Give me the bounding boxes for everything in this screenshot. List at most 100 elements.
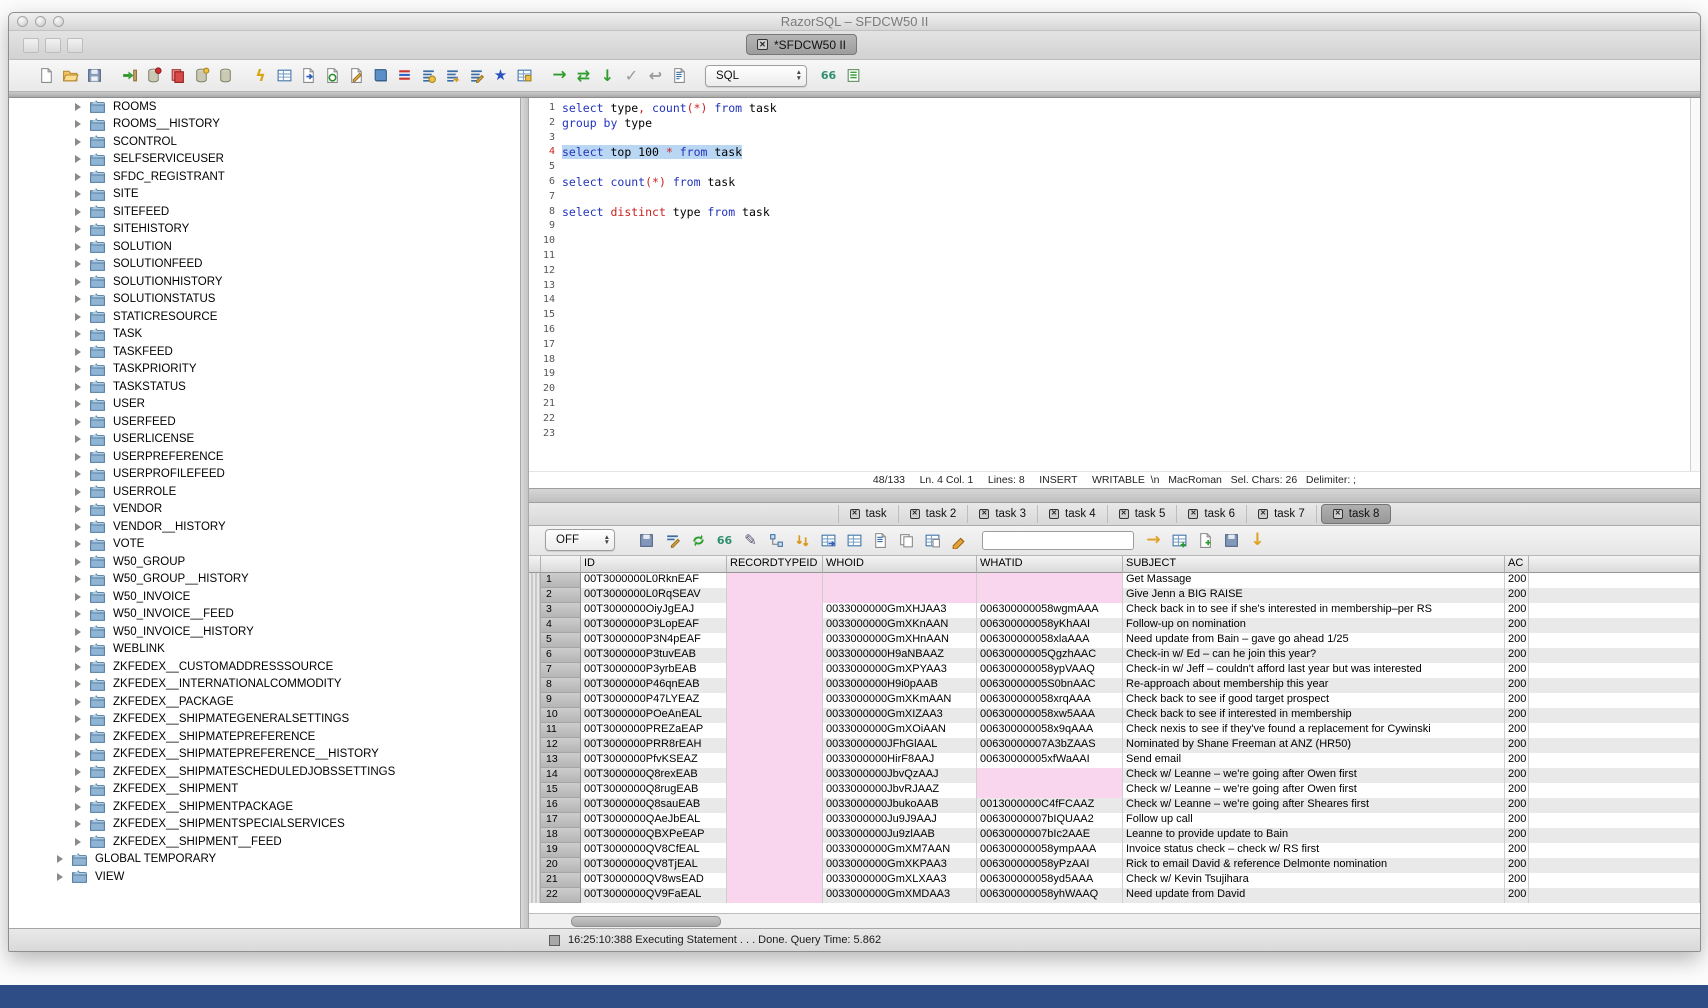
tree-item-weblink[interactable]: WEBLINK [9, 641, 520, 659]
column-header-recordtypeid[interactable]: RECORDTYPEID [727, 556, 823, 573]
table-cell[interactable]: 00T3000000Q8rexEAB [581, 768, 727, 783]
table-cell[interactable]: 0033000000GmXM7AAN [823, 843, 977, 858]
table-cell[interactable]: Check w/ Leanne – we're going after Owen… [1123, 783, 1505, 798]
editor-line[interactable]: 20 [529, 382, 1690, 397]
disclosure-triangle-icon[interactable] [75, 348, 81, 356]
row-number[interactable]: 9 [541, 693, 581, 708]
table-cell[interactable] [727, 648, 823, 663]
edit-page-icon[interactable] [347, 66, 366, 85]
save-icon[interactable] [85, 66, 104, 85]
tree-item-userfeed[interactable]: USERFEED [9, 413, 520, 431]
table-cell[interactable]: 200 [1505, 618, 1529, 633]
tree-item-solutionfeed[interactable]: SOLUTIONFEED [9, 256, 520, 274]
table-cell[interactable]: 0033000000GmXHJAA3 [823, 603, 977, 618]
editor-line[interactable]: 22 [529, 412, 1690, 427]
table-cell[interactable]: Invoice status check – check w/ RS first [1123, 843, 1505, 858]
schema-browser-icon[interactable] [371, 66, 390, 85]
disclosure-triangle-icon[interactable] [75, 803, 81, 811]
editor-line[interactable]: 11 [529, 249, 1690, 264]
disclosure-triangle-icon[interactable] [75, 208, 81, 216]
tree-item-zkfedex-shipmatepreference[interactable]: ZKFEDEX__SHIPMATEPREFERENCE [9, 728, 520, 746]
editor-line[interactable]: 19 [529, 367, 1690, 382]
row-number[interactable]: 15 [541, 783, 581, 798]
tree-item-solution[interactable]: SOLUTION [9, 238, 520, 256]
run-statement-icon[interactable]: → [550, 66, 569, 85]
table-cell[interactable]: Re-approach about membership this year [1123, 678, 1505, 693]
table-cell[interactable]: 200 [1505, 828, 1529, 843]
tree-item-zkfedex-shipment-feed[interactable]: ZKFEDEX__SHIPMENT__FEED [9, 833, 520, 851]
table-cell[interactable]: 0033000000GmXLXAA3 [823, 873, 977, 888]
result-tab-task-3[interactable]: ✕task 3 [968, 505, 1038, 523]
table-cell[interactable]: 0033000000GmXKnAAN [823, 618, 977, 633]
table-cell[interactable]: 200 [1505, 813, 1529, 828]
tab-close-icon[interactable]: ✕ [1049, 509, 1059, 519]
disclosure-triangle-icon[interactable] [75, 243, 81, 251]
tree-item-userprofilefeed[interactable]: USERPROFILEFEED [9, 466, 520, 484]
editor-line[interactable]: 4select top 100 * from task [529, 145, 1690, 160]
row-number[interactable]: 8 [541, 678, 581, 693]
editor-horizontal-scrollbar[interactable] [529, 488, 1700, 503]
tree-item-vote[interactable]: VOTE [9, 536, 520, 554]
table-row[interactable]: 500T3000000P3N4pEAF0033000000GmXHnAAN006… [529, 633, 1700, 648]
editor-line[interactable]: 14 [529, 293, 1690, 308]
table-cell[interactable]: 00T3000000Q8sauEAB [581, 798, 727, 813]
table-cell[interactable]: 0033000000H9aNBAAZ [823, 648, 977, 663]
connection-tab-sfdcw50[interactable]: ✕ *SFDCW50 II [746, 34, 857, 55]
table-row[interactable]: 2000T3000000QV8TjEAL0033000000GmXKPAA300… [529, 858, 1700, 873]
table-cell[interactable]: 200 [1505, 648, 1529, 663]
query-builder-icon[interactable] [275, 66, 294, 85]
tree-item-solutionhistory[interactable]: SOLUTIONHISTORY [9, 273, 520, 291]
tree-item-w50-group-history[interactable]: W50_GROUP__HISTORY [9, 571, 520, 589]
table-cell[interactable]: 200 [1505, 678, 1529, 693]
table-cell[interactable]: 006300000058yd5AAA [977, 873, 1123, 888]
table-cell[interactable]: 006300000058yKhAAI [977, 618, 1123, 633]
table-cell[interactable] [727, 858, 823, 873]
table-export-icon[interactable] [515, 66, 534, 85]
editor-line[interactable]: 18 [529, 353, 1690, 368]
convert-data-icon[interactable] [323, 66, 342, 85]
disclosure-triangle-icon[interactable] [75, 488, 81, 496]
row-grip[interactable] [529, 633, 541, 648]
table-cell[interactable] [727, 603, 823, 618]
add-note-icon[interactable] [1196, 531, 1215, 550]
row-grip[interactable] [529, 708, 541, 723]
table-horizontal-scrollbar[interactable] [529, 913, 1700, 928]
table-cell[interactable]: 0033000000JbvQzAAJ [823, 768, 977, 783]
table-cell[interactable] [727, 693, 823, 708]
disclosure-triangle-icon[interactable] [75, 190, 81, 198]
table-cell[interactable] [977, 783, 1123, 798]
tree-item-zkfedex-shipmatescheduledjobssettings[interactable]: ZKFEDEX__SHIPMATESCHEDULEDJOBSSETTINGS [9, 763, 520, 781]
new-file-icon[interactable] [37, 66, 56, 85]
table-cell[interactable]: 200 [1505, 723, 1529, 738]
disconnect-icon[interactable] [144, 66, 163, 85]
table-cell[interactable] [727, 633, 823, 648]
table-cell[interactable]: 0033000000JbvRJAAZ [823, 783, 977, 798]
row-number[interactable]: 2 [541, 588, 581, 603]
highlight-pen-icon[interactable] [949, 531, 968, 550]
table-cell[interactable]: Check-in w/ Ed – can he join this year? [1123, 648, 1505, 663]
editor-line[interactable]: 3 [529, 131, 1690, 146]
table-cell[interactable] [977, 768, 1123, 783]
export-data-icon[interactable] [299, 66, 318, 85]
tree-item-zkfedex-shipmatepreference-history[interactable]: ZKFEDEX__SHIPMATEPREFERENCE__HISTORY [9, 746, 520, 764]
table-cell[interactable]: 00630000005QgzhAAC [977, 648, 1123, 663]
database-icon[interactable] [216, 66, 235, 85]
disclosure-triangle-icon[interactable] [75, 593, 81, 601]
disclosure-triangle-icon[interactable] [75, 575, 81, 583]
compare-list-icon[interactable] [395, 66, 414, 85]
disclosure-triangle-icon[interactable] [75, 435, 81, 443]
disclosure-triangle-icon[interactable] [75, 313, 81, 321]
editor-line[interactable]: 16 [529, 323, 1690, 338]
tree-item-w50-invoice-feed[interactable]: W50_INVOICE__FEED [9, 606, 520, 624]
tree-item-vendor-history[interactable]: VENDOR__HISTORY [9, 518, 520, 536]
table-cell[interactable]: Check w/ Leanne – we're going after Owen… [1123, 768, 1505, 783]
disclosure-triangle-icon[interactable] [75, 470, 81, 478]
table-cell[interactable]: 200 [1505, 783, 1529, 798]
row-grip[interactable] [529, 723, 541, 738]
table-cell[interactable]: 0033000000GmXHnAAN [823, 633, 977, 648]
table-cell[interactable]: 0033000000Ju9J9AAJ [823, 813, 977, 828]
table-cell[interactable]: Follow-up on nomination [1123, 618, 1505, 633]
new-connection-icon[interactable] [192, 66, 211, 85]
table-cell[interactable]: 00T3000000QV8wsEAD [581, 873, 727, 888]
disclosure-triangle-icon[interactable] [75, 750, 81, 758]
